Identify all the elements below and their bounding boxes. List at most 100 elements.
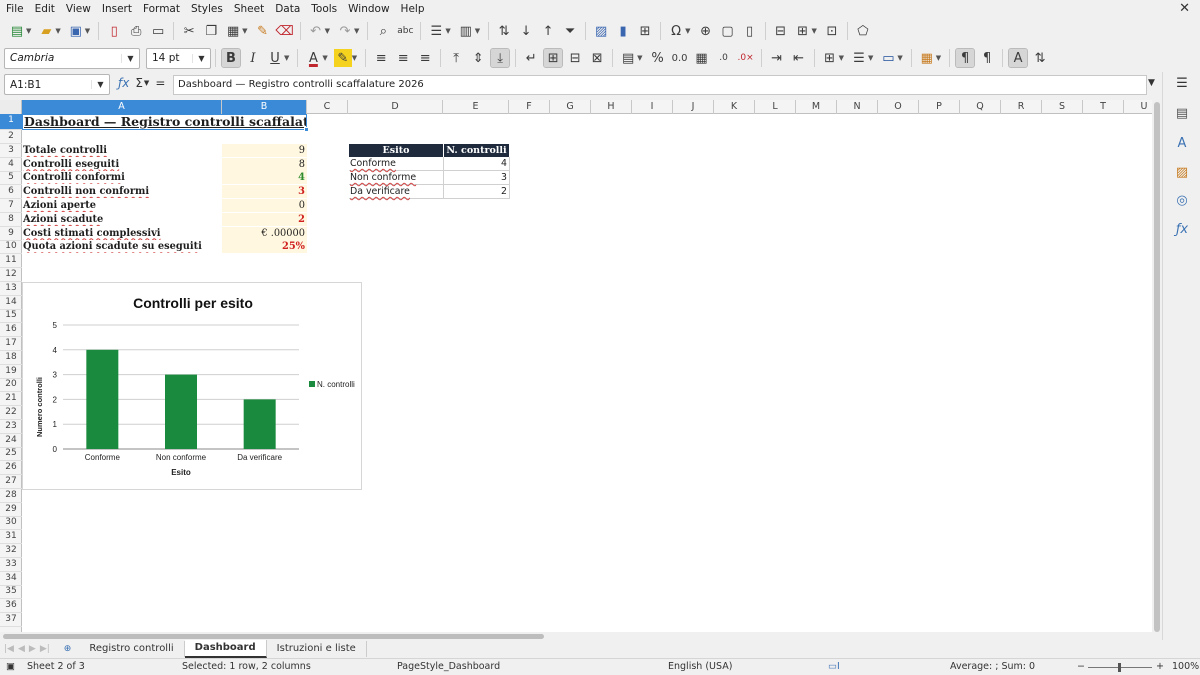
highlight-dropdown-icon[interactable]: ▼ [352,54,357,62]
sum-icon[interactable]: Σ [135,76,143,90]
borders-dropdown-icon[interactable]: ▼ [839,54,844,62]
row-header-16[interactable]: 16 [0,323,22,338]
row-header-23[interactable]: 23 [0,420,22,434]
merge-center-icon[interactable]: ⊞ [543,48,564,68]
page-style[interactable]: PageStyle_Dashboard [397,661,500,672]
esito-table-count[interactable]: 2 [444,185,510,199]
selection-mode-icon[interactable]: ▭I [828,661,840,672]
pivot-table-icon[interactable]: ⊞ [636,22,654,40]
row-header-1[interactable]: 1 [0,114,22,130]
italic-icon[interactable]: I [244,49,262,67]
column-header-c[interactable]: C [307,100,348,114]
borders-icon[interactable]: ⊞ [821,49,839,67]
expand-formula-icon[interactable]: ▼ [1148,78,1155,88]
redo-icon[interactable]: ↷ [336,22,354,40]
rtl-icon[interactable]: ¶ [978,49,996,67]
open-dropdown-icon[interactable]: ▼ [55,27,60,35]
row-header-34[interactable]: 34 [0,572,22,586]
gallery-icon[interactable]: ▨ [1173,165,1191,183]
row-header-13[interactable]: 13 [0,282,22,296]
close-document-icon[interactable]: ✕ [1179,1,1190,16]
esito-table-header[interactable]: N. controlli [444,144,510,157]
row-header-17[interactable]: 17 [0,337,22,351]
underline-dropdown-icon[interactable]: ▼ [284,54,289,62]
kpi-value[interactable]: 8 [222,157,307,171]
column-header-k[interactable]: K [714,100,755,114]
font-name-value[interactable]: Cambria [5,52,121,64]
row-header-32[interactable]: 32 [0,544,22,558]
row-header-20[interactable]: 20 [0,378,22,393]
show-draw-functions-icon[interactable]: ⬠ [854,22,872,40]
border-color-dropdown-icon[interactable]: ▼ [897,54,902,62]
kpi-value[interactable]: 4 [222,171,307,185]
spreadsheet-grid[interactable]: ABCDEFGHIJKLMNOPQRSTU 1 2 3 4 5 6 7 8 9 10 11 12 13 1… [0,100,1152,632]
row-header-27[interactable]: 27 [0,475,22,489]
sort-descending-icon[interactable]: ↑ [539,22,557,40]
row-header-10[interactable]: 10 [0,240,22,255]
border-color-icon[interactable]: ▭ [879,49,897,67]
open-folder-icon[interactable]: ▰ [37,22,55,40]
formula-icon[interactable]: = [155,76,165,90]
menu-window[interactable]: Window [348,3,389,15]
column-header-f[interactable]: F [509,100,550,114]
esito-table-category[interactable]: Da verificare [349,185,444,199]
align-center-icon[interactable]: ≡ [394,49,412,67]
align-right-icon[interactable]: ≡ [416,49,434,67]
split-window-icon[interactable]: ⊡ [823,22,841,40]
add-decimal-icon[interactable]: .0 [715,49,733,67]
row-header-30[interactable]: 30 [0,516,22,531]
export-pdf-icon[interactable]: ▯ [105,22,123,40]
align-bottom-icon[interactable]: ⤓ [490,48,511,68]
text-direction-icon[interactable]: A [1008,48,1029,68]
freeze-rows-columns-icon[interactable]: ⊞ [794,22,812,40]
paste-icon[interactable]: ▦ [224,22,242,40]
selection-handle[interactable] [304,127,309,132]
cell-reference[interactable]: A1:B1 [5,79,91,91]
chevron-down-icon[interactable]: ▼ [192,53,210,63]
zoom-in-icon[interactable]: + [1156,661,1164,672]
print-preview-icon[interactable]: ▭ [149,22,167,40]
column-header-l[interactable]: L [755,100,796,114]
save-dropdown-icon[interactable]: ▼ [85,27,90,35]
esito-table-header[interactable]: Esito [349,144,444,157]
row-icon[interactable]: ☰ [427,22,445,40]
increase-indent-icon[interactable]: ⇥ [768,49,786,67]
formula-input[interactable]: Dashboard — Registro controlli scaffalat… [173,75,1147,95]
align-middle-icon[interactable]: ⇕ [469,49,487,67]
currency-icon[interactable]: ▤ [619,49,637,67]
language-status[interactable]: English (USA) [668,661,732,672]
new-document-icon[interactable]: ▤ [8,22,26,40]
delete-decimal-icon[interactable]: .0× [737,49,755,67]
undo-icon[interactable]: ↶ [307,22,325,40]
font-color-icon[interactable]: A [304,49,322,67]
column-header-i[interactable]: I [632,100,673,114]
horizontal-scroll-thumb[interactable] [3,634,544,639]
redo-dropdown-icon[interactable]: ▼ [354,27,359,35]
row-header-24[interactable]: 24 [0,434,22,448]
zoom-level[interactable]: 100% [1172,661,1199,672]
next-sheet-icon[interactable]: ▶ [29,644,36,654]
print-icon[interactable]: ⎙ [127,22,145,40]
sort-ascending-icon[interactable]: ↓ [517,22,535,40]
row-header-15[interactable]: 15 [0,309,22,324]
kpi-value[interactable]: 9 [222,143,307,157]
kpi-value[interactable]: 3 [222,185,307,199]
menu-tools[interactable]: Tools [311,3,337,15]
kpi-label[interactable]: Azioni aperte [22,199,222,212]
tab-istruzioni-e-liste[interactable]: Istruzioni e liste [267,641,367,657]
paste-dropdown-icon[interactable]: ▼ [242,27,247,35]
menu-sheet[interactable]: Sheet [234,3,264,15]
prev-sheet-icon[interactable]: ◀ [18,644,25,654]
document-modified-icon[interactable]: ▣ [6,661,15,672]
hamburger-menu-icon[interactable]: ☰ [1173,76,1191,94]
menu-data[interactable]: Data [275,3,300,15]
esito-bar-chart[interactable]: Controlli per esito 0 1 2 3 4 5 Conforme Non con… [22,282,362,490]
find-replace-icon[interactable]: ⌕ [374,22,392,40]
functions-icon[interactable]: ƒx [1173,222,1191,240]
name-box[interactable]: A1:B1 ▼ [4,74,110,95]
kpi-label[interactable]: Azioni scadute [22,213,222,226]
cut-icon[interactable]: ✂ [180,22,198,40]
column-header-r[interactable]: R [1001,100,1042,114]
kpi-value[interactable]: 25% [222,240,307,254]
navigator-icon[interactable]: ◎ [1173,193,1191,211]
